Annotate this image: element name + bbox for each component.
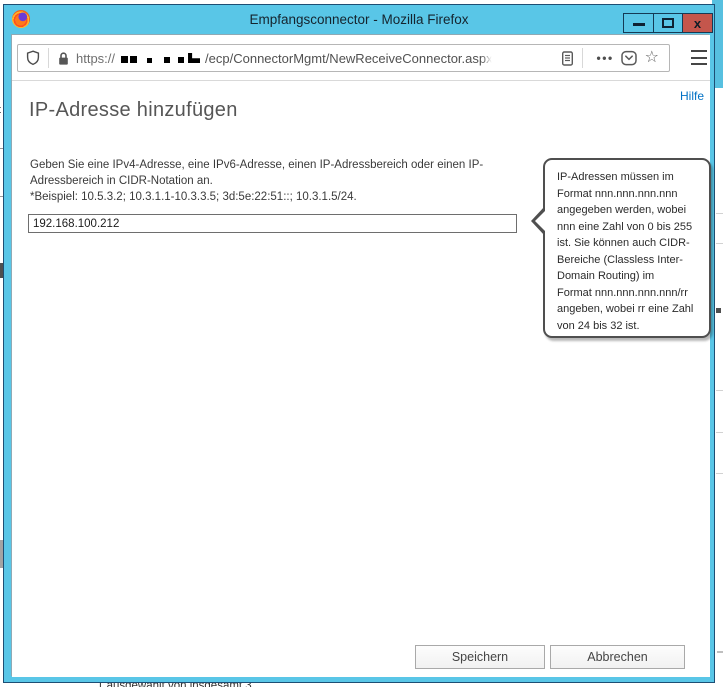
page-title: IP-Adresse hinzufügen xyxy=(29,99,238,122)
window-body: https:// /ecp/ConnectorMgmt/NewReceiveCo… xyxy=(11,34,709,676)
tracking-protection-shield-icon[interactable] xyxy=(26,50,40,66)
close-icon: x xyxy=(694,17,701,30)
page-actions-icon[interactable]: ••• xyxy=(597,51,614,65)
help-link[interactable]: Hilfe xyxy=(680,89,704,103)
ip-address-input[interactable] xyxy=(28,214,517,233)
menu-bar xyxy=(691,50,707,52)
parent-row-line xyxy=(716,473,723,474)
parent-row-line xyxy=(716,390,723,391)
lock-icon[interactable] xyxy=(57,51,70,66)
parent-row-line xyxy=(716,213,723,214)
screen: t 1 ausgewählt von insgesamt 3 Empfangsc… xyxy=(0,0,723,687)
parent-edge-text: t xyxy=(0,104,1,116)
maximize-icon xyxy=(662,18,674,28)
redacted-host-blocks xyxy=(121,53,200,63)
navigation-toolbar: https:// /ecp/ConnectorMgmt/NewReceiveCo… xyxy=(12,35,710,81)
url-scheme: https:// xyxy=(76,51,115,66)
reader-mode-icon[interactable] xyxy=(561,51,574,66)
urlbar-divider xyxy=(48,48,49,68)
menu-icon[interactable] xyxy=(688,49,710,66)
menu-bar xyxy=(691,63,707,65)
urlbar-actions: ••• ☆ xyxy=(561,48,661,68)
menu-bar xyxy=(691,57,707,59)
pocket-icon[interactable] xyxy=(620,49,638,67)
window-titlebar[interactable]: Empfangsconnector - Mozilla Firefox x xyxy=(4,5,714,34)
maximize-button[interactable] xyxy=(653,13,683,33)
urlbar-divider xyxy=(582,48,583,68)
tooltip-arrow xyxy=(535,210,546,232)
redacted-host-segment xyxy=(178,57,184,63)
parent-row-mark xyxy=(716,308,721,313)
redacted-host-segment xyxy=(147,58,152,63)
close-button[interactable]: x xyxy=(682,13,713,33)
dialog-content: Hilfe IP-Adresse hinzufügen Geben Sie ei… xyxy=(12,81,710,677)
redacted-host-segment xyxy=(121,56,128,63)
window-title: Empfangsconnector - Mozilla Firefox xyxy=(4,5,714,34)
save-button[interactable]: Speichern xyxy=(415,645,545,669)
parent-row-line xyxy=(717,651,723,653)
redacted-host-segment xyxy=(164,57,170,63)
validation-tooltip: IP-Adressen müssen im Format nnn.nnn.nnn… xyxy=(543,158,711,338)
parent-row-line xyxy=(716,243,723,244)
minimize-button[interactable] xyxy=(623,13,654,33)
url-bar[interactable]: https:// /ecp/ConnectorMgmt/NewReceiveCo… xyxy=(17,44,670,72)
url-path: /ecp/ConnectorMgmt/NewReceiveConnector.a… xyxy=(205,51,493,66)
parent-row-line xyxy=(716,432,723,433)
tooltip-text: IP-Adressen müssen im Format nnn.nnn.nnn… xyxy=(545,160,709,334)
redacted-host-segment xyxy=(188,53,200,63)
cancel-button[interactable]: Abbrechen xyxy=(550,645,685,669)
minimize-icon xyxy=(633,23,645,26)
redacted-host-segment xyxy=(130,56,137,63)
bookmark-star-icon[interactable]: ☆ xyxy=(645,50,659,66)
firefox-window: Empfangsconnector - Mozilla Firefox x xyxy=(3,4,715,683)
instructions-text: Geben Sie eine IPv4-Adresse, eine IPv6-A… xyxy=(30,157,483,205)
